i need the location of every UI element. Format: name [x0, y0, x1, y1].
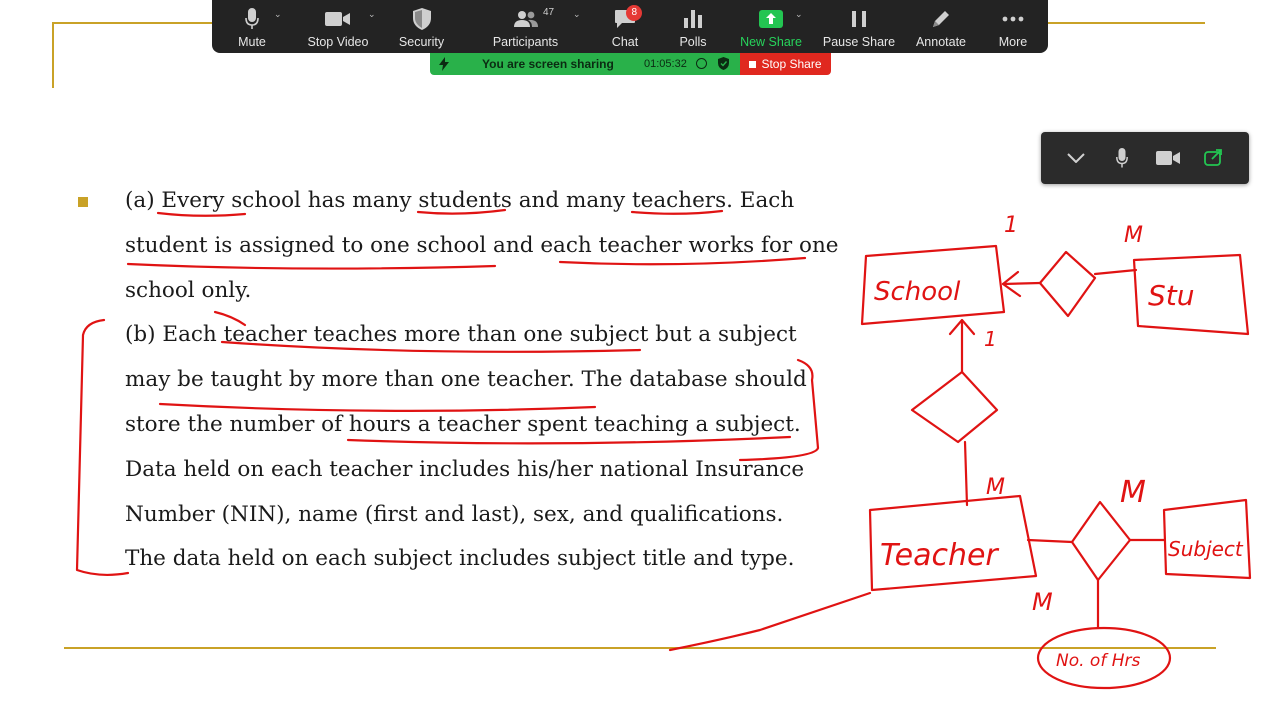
recording-dot-icon	[696, 58, 707, 69]
card-many-a: M	[1124, 223, 1143, 248]
line-diamond-to-student	[1093, 268, 1138, 276]
chevron-down-icon[interactable]: ⌄	[573, 9, 581, 20]
microphone-icon	[1116, 148, 1128, 168]
sharing-message: You are screen sharing	[482, 57, 614, 71]
slide-line: student is assigned to one school and ea…	[125, 232, 839, 258]
card-one-a: 1	[1004, 213, 1018, 238]
stroke-bottom	[668, 591, 872, 652]
chevron-down-icon	[1067, 153, 1085, 163]
mini-video-button[interactable]	[1153, 143, 1183, 173]
new-share-button[interactable]: ⌄ New Share	[728, 0, 814, 53]
slide-line: store the number of hours a teacher spen…	[125, 411, 801, 437]
teacher-box	[868, 494, 1038, 592]
chevron-down-icon[interactable]: ⌄	[274, 9, 282, 20]
floating-video-controls	[1041, 132, 1249, 184]
slide-line: (b) Each teacher teaches more than one s…	[125, 322, 797, 348]
arrow-to-school-down	[948, 318, 976, 336]
more-button[interactable]: More	[978, 0, 1048, 53]
card-many-c: M	[1120, 475, 1146, 510]
participant-count: 47	[543, 7, 555, 18]
slide-line: may be taught by more than one teacher. …	[125, 367, 807, 393]
label-student: Stu	[1148, 279, 1195, 312]
ellipsis-icon	[1000, 8, 1026, 30]
hours-ellipse	[1036, 626, 1172, 690]
pause-icon	[846, 8, 872, 30]
diamond-school-student	[1038, 250, 1097, 318]
label-hours: No. of Hrs	[1056, 651, 1140, 671]
slide-line: Number (NIN), name (first and last), sex…	[125, 501, 784, 527]
diamond-school-teacher	[910, 370, 999, 444]
screen-sharing-banner: You are screen sharing 01:05:32	[430, 53, 740, 75]
participants-button[interactable]: 47 ⌄ Participants	[459, 0, 592, 53]
stop-share-button[interactable]: Stop Share	[740, 53, 831, 75]
slide-line: The data held on each subject includes s…	[125, 546, 795, 572]
stop-video-button[interactable]: ⌄ Stop Video	[292, 0, 384, 53]
sharing-timer: 01:05:32	[644, 58, 687, 70]
stop-square-icon	[749, 60, 757, 68]
polls-button[interactable]: Polls	[658, 0, 728, 53]
slide-line: school only.	[125, 277, 252, 303]
microphone-icon	[239, 8, 265, 30]
line-diamond-to-teacher	[963, 440, 969, 507]
collapse-button[interactable]	[1061, 143, 1091, 173]
sharing-status-icon	[438, 57, 450, 74]
mini-share-button[interactable]	[1199, 143, 1229, 173]
annotate-button[interactable]: Annotate	[904, 0, 978, 53]
meeting-toolbar: ⌄ Mute ⌄ Stop Video Security 47 ⌄ Partic…	[212, 0, 1048, 53]
label-teacher: Teacher	[880, 538, 999, 573]
polls-icon	[680, 8, 706, 30]
slide-bullet	[78, 197, 88, 207]
share-arrow-icon	[758, 8, 784, 30]
card-many-b: M	[986, 475, 1005, 500]
chat-unread-badge: 8	[626, 5, 643, 21]
video-camera-icon	[325, 8, 351, 30]
subject-box	[1162, 498, 1252, 580]
slide-line: Data held on each teacher includes his/h…	[125, 456, 805, 482]
bracket-left	[75, 318, 130, 577]
slide-bottom-border	[64, 647, 1216, 649]
student-box	[1132, 253, 1250, 336]
line-teacher-to-diamond	[1026, 538, 1074, 544]
slide-left-border	[52, 22, 54, 88]
diamond-teacher-subject	[1070, 500, 1132, 582]
line-diamond-to-school	[1001, 281, 1042, 286]
card-many-d: M	[1032, 588, 1053, 616]
mute-button[interactable]: ⌄ Mute	[212, 0, 292, 53]
share-screen-icon	[1204, 149, 1222, 166]
security-button[interactable]: Security	[384, 0, 459, 53]
chevron-down-icon[interactable]: ⌄	[368, 9, 376, 20]
card-one-b: 1	[984, 327, 997, 351]
chat-button[interactable]: 8 Chat	[592, 0, 658, 53]
mini-mute-button[interactable]	[1107, 143, 1137, 173]
pencil-icon	[928, 8, 954, 30]
slide-line: (a) Every school has many students and m…	[125, 188, 795, 213]
pause-share-button[interactable]: Pause Share	[814, 0, 904, 53]
participants-icon	[513, 8, 539, 30]
stop-share-label: Stop Share	[761, 57, 822, 71]
label-subject: Subject	[1168, 537, 1244, 561]
label-school: School	[874, 277, 961, 307]
chevron-down-icon[interactable]: ⌄	[795, 9, 803, 20]
shield-icon	[409, 8, 435, 30]
slide-body-text: (a) Every school has many students and m…	[125, 179, 845, 582]
video-camera-icon	[1156, 151, 1180, 165]
shield-check-icon	[718, 57, 729, 73]
school-box	[860, 244, 1006, 326]
arrow-to-school	[1001, 270, 1022, 298]
